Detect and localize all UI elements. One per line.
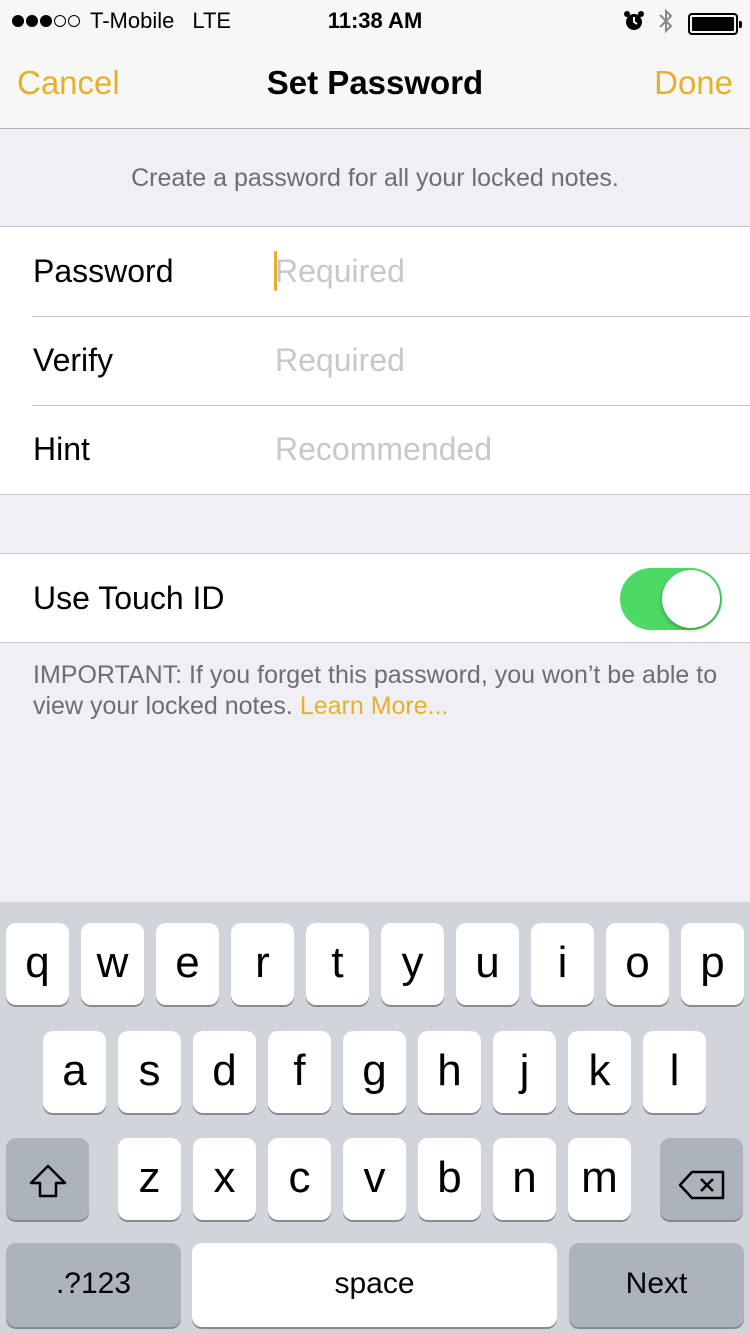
important-note: IMPORTANT: If you forget this password, … <box>33 660 723 722</box>
key-a[interactable]: a <box>43 1031 106 1113</box>
alarm-icon <box>622 9 646 39</box>
key-y[interactable]: y <box>381 923 444 1005</box>
password-label: Password <box>33 253 174 289</box>
bluetooth-icon <box>658 8 674 40</box>
hint-row[interactable]: Hint Recommended <box>0 405 750 494</box>
touch-id-row: Use Touch ID <box>0 553 750 643</box>
key-t[interactable]: t <box>306 923 369 1005</box>
key-g[interactable]: g <box>343 1031 406 1113</box>
key-h[interactable]: h <box>418 1031 481 1113</box>
key-l[interactable]: l <box>643 1031 706 1113</box>
shift-key[interactable] <box>6 1138 89 1220</box>
key-c[interactable]: c <box>268 1138 331 1220</box>
key-w[interactable]: w <box>81 923 144 1005</box>
next-key[interactable]: Next <box>569 1243 744 1327</box>
key-b[interactable]: b <box>418 1138 481 1220</box>
key-u[interactable]: u <box>456 923 519 1005</box>
learn-more-link[interactable]: Learn More... <box>300 692 449 720</box>
key-s[interactable]: s <box>118 1031 181 1113</box>
key-o[interactable]: o <box>606 923 669 1005</box>
verify-label: Verify <box>33 342 114 378</box>
key-f[interactable]: f <box>268 1031 331 1113</box>
password-form: Password Required Verify Required Hint R… <box>0 226 750 495</box>
battery-icon <box>688 13 742 35</box>
done-button[interactable]: Done <box>654 64 733 102</box>
page-title: Set Password <box>266 64 484 101</box>
key-v[interactable]: v <box>343 1138 406 1220</box>
delete-key[interactable] <box>660 1138 743 1220</box>
shift-icon <box>6 1138 89 1210</box>
backspace-icon <box>660 1138 743 1212</box>
key-i[interactable]: i <box>531 923 594 1005</box>
verify-row[interactable]: Verify Required <box>0 316 750 405</box>
navigation-bar: Cancel Set Password Done <box>0 40 750 129</box>
touch-id-toggle[interactable] <box>620 568 722 630</box>
numbers-key[interactable]: .?123 <box>6 1243 181 1327</box>
key-e[interactable]: e <box>156 923 219 1005</box>
key-z[interactable]: z <box>118 1138 181 1220</box>
key-k[interactable]: k <box>568 1031 631 1113</box>
password-field[interactable]: Required <box>275 247 715 295</box>
status-bar: T-Mobile LTE 11:38 AM <box>0 0 750 40</box>
keyboard: q w e r t y u i o p a s d f g h j k l z … <box>0 902 750 1334</box>
touch-id-label: Use Touch ID <box>33 580 225 616</box>
key-r[interactable]: r <box>231 923 294 1005</box>
status-right <box>622 8 742 40</box>
space-key[interactable]: space <box>192 1243 557 1327</box>
section-header: Create a password for all your locked no… <box>131 164 619 192</box>
password-row[interactable]: Password Required <box>0 227 750 316</box>
hint-label: Hint <box>33 431 90 467</box>
hint-field[interactable]: Recommended <box>275 425 715 473</box>
toggle-knob <box>662 570 720 628</box>
key-p[interactable]: p <box>681 923 744 1005</box>
key-j[interactable]: j <box>493 1031 556 1113</box>
key-n[interactable]: n <box>493 1138 556 1220</box>
verify-field[interactable]: Required <box>275 336 715 384</box>
key-q[interactable]: q <box>6 923 69 1005</box>
key-m[interactable]: m <box>568 1138 631 1220</box>
key-x[interactable]: x <box>193 1138 256 1220</box>
key-d[interactable]: d <box>193 1031 256 1113</box>
